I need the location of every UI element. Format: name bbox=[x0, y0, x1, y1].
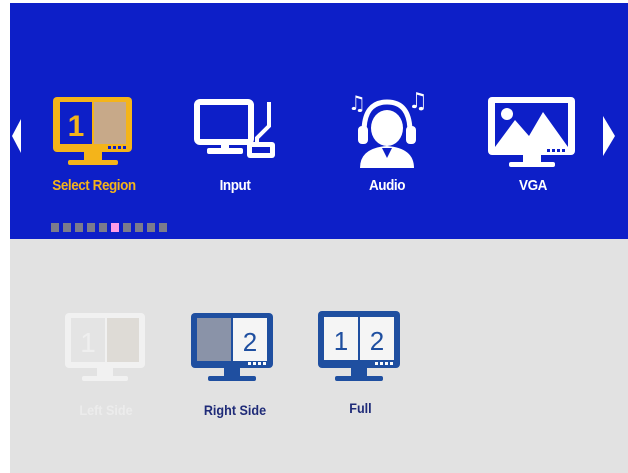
menu-item-input[interactable]: Input bbox=[185, 94, 285, 204]
full-icon: 1 2 bbox=[318, 311, 400, 381]
svg-text:♫: ♫ bbox=[408, 89, 428, 114]
page-indicator bbox=[51, 223, 167, 232]
page-dot bbox=[123, 223, 131, 232]
page-dot bbox=[99, 223, 107, 232]
option-label: Right Side bbox=[203, 402, 267, 418]
option-right-side[interactable]: 2 Right Side bbox=[180, 310, 290, 420]
menu-item-label: Input bbox=[219, 177, 251, 194]
right-side-icon-number: 2 bbox=[243, 327, 257, 357]
page-dot bbox=[87, 223, 95, 232]
option-label: Left Side bbox=[79, 402, 133, 418]
menu-item-audio[interactable]: ♫ ♫ Audio bbox=[332, 88, 442, 204]
select-region-icon: 1 bbox=[53, 97, 132, 165]
page-dot bbox=[63, 223, 71, 232]
svg-text:♫: ♫ bbox=[348, 91, 366, 115]
option-left-side[interactable]: 1 Left Side bbox=[52, 310, 160, 420]
left-side-icon: 1 bbox=[65, 313, 145, 381]
scroll-left-arrow-icon[interactable] bbox=[12, 119, 21, 153]
page-dot bbox=[159, 223, 167, 232]
scroll-right-arrow-icon[interactable] bbox=[603, 116, 615, 156]
page-dot bbox=[51, 223, 59, 232]
audio-icon: ♫ ♫ bbox=[348, 89, 428, 168]
full-icon-number-2: 2 bbox=[370, 326, 384, 356]
input-icon bbox=[194, 99, 275, 158]
full-icon-number-1: 1 bbox=[334, 326, 348, 356]
right-side-icon: 2 bbox=[191, 313, 273, 381]
option-label: Full bbox=[349, 400, 372, 416]
option-full[interactable]: 1 2 Full bbox=[313, 308, 408, 420]
menu-item-select-region[interactable]: 1 Select Region bbox=[33, 94, 155, 204]
page-dot bbox=[75, 223, 83, 232]
monitor-screen: 1 Select Region Input ♫ ♫ Audio VGA 1 Le… bbox=[0, 0, 628, 473]
left-side-icon-number: 1 bbox=[80, 327, 96, 358]
menu-item-label: Select Region bbox=[52, 177, 136, 194]
page-dot bbox=[147, 223, 155, 232]
menu-item-label: Audio bbox=[369, 177, 405, 194]
page-dot bbox=[135, 223, 143, 232]
select-region-icon-number: 1 bbox=[68, 110, 85, 143]
vga-icon bbox=[488, 97, 575, 167]
menu-item-vga[interactable]: VGA bbox=[483, 94, 583, 204]
menu-item-label: VGA bbox=[519, 177, 547, 194]
page-dot-active bbox=[111, 223, 119, 232]
